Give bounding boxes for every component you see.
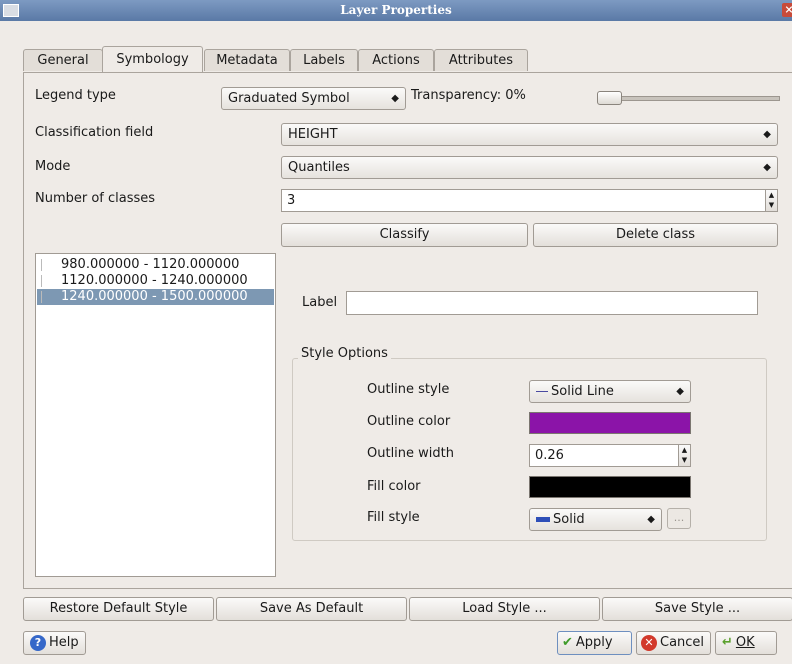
fill-texture-button[interactable]: ... (667, 508, 691, 529)
mode-label: Mode (35, 159, 71, 174)
outline-width-label: Outline width (367, 446, 454, 461)
cancel-icon: ✕ (641, 634, 657, 651)
help-button[interactable]: ? Help (23, 631, 86, 655)
updown-arrow-icon: ◆ (647, 514, 655, 525)
delete-class-button[interactable]: Delete class (533, 223, 778, 247)
ok-arrow-icon: ↵ (722, 635, 733, 650)
updown-arrow-icon: ◆ (763, 129, 771, 140)
class-symbol-icon (41, 291, 56, 303)
cancel-button[interactable]: ✕ Cancel (636, 631, 711, 655)
outline-color-button[interactable] (529, 412, 691, 434)
apply-label: Apply (575, 635, 613, 650)
class-symbol-icon (41, 275, 56, 287)
updown-arrow-icon: ◆ (676, 386, 684, 397)
legend-type-select[interactable]: Graduated Symbol ◆ (221, 87, 406, 110)
solid-fill-icon (536, 517, 550, 522)
window-title: Layer Properties (340, 3, 452, 17)
classification-field-value: HEIGHT (288, 127, 338, 142)
number-of-classes-label: Number of classes (35, 191, 156, 206)
class-symbol-icon (41, 259, 56, 271)
apply-button[interactable]: ✔ Apply (557, 631, 632, 655)
spin-arrows-icon[interactable]: ▲ ▼ (678, 445, 690, 466)
class-list[interactable]: 980.000000 - 1120.000000 1120.000000 - 1… (35, 253, 276, 577)
transparency-label: Transparency: 0% (411, 88, 526, 103)
updown-arrow-icon: ◆ (391, 93, 399, 104)
fill-color-label: Fill color (367, 479, 421, 494)
help-label: Help (49, 635, 79, 650)
label-input[interactable] (346, 291, 758, 315)
title-bar: Layer Properties × (0, 0, 792, 21)
outline-style-value: Solid Line (551, 384, 614, 399)
ok-label: OK (735, 635, 755, 650)
list-item[interactable]: 1120.000000 - 1240.000000 (37, 273, 274, 289)
fill-color-button[interactable] (529, 476, 691, 498)
class-range: 980.000000 - 1120.000000 (61, 257, 240, 272)
help-icon: ? (30, 634, 46, 651)
transparency-slider-handle[interactable] (597, 91, 622, 105)
mode-select[interactable]: Quantiles ◆ (281, 156, 778, 179)
classification-field-select[interactable]: HEIGHT ◆ (281, 123, 778, 146)
spin-arrows-icon[interactable]: ▲ ▼ (765, 190, 777, 211)
outline-width-value: 0.26 (535, 448, 564, 463)
transparency-slider-track[interactable] (620, 96, 780, 101)
outline-style-label: Outline style (367, 382, 450, 397)
tab-labels[interactable]: Labels (290, 49, 358, 71)
list-item-selected[interactable]: 1240.000000 - 1500.000000 (37, 289, 274, 305)
class-range: 1120.000000 - 1240.000000 (61, 273, 248, 288)
solid-line-icon (536, 391, 548, 392)
number-of-classes-value: 3 (287, 193, 296, 208)
mode-value: Quantiles (288, 160, 350, 175)
outline-width-spinbox[interactable]: 0.26 ▲ ▼ (529, 444, 691, 467)
style-options-title: Style Options (298, 346, 391, 361)
class-range: 1240.000000 - 1500.000000 (61, 289, 248, 304)
outline-style-select[interactable]: Solid Line ◆ (529, 380, 691, 403)
load-style-button[interactable]: Load Style ... (409, 597, 600, 621)
cancel-label: Cancel (660, 635, 705, 650)
classify-button[interactable]: Classify (281, 223, 528, 247)
fill-style-select[interactable]: Solid ◆ (529, 508, 662, 531)
tab-actions[interactable]: Actions (358, 49, 434, 71)
tab-attributes[interactable]: Attributes (434, 49, 528, 71)
updown-arrow-icon: ◆ (763, 162, 771, 173)
label-field-label: Label (302, 295, 338, 310)
save-style-button[interactable]: Save Style ... (602, 597, 792, 621)
tab-symbology[interactable]: Symbology (102, 46, 203, 72)
legend-type-label: Legend type (35, 88, 116, 103)
tab-metadata[interactable]: Metadata (204, 49, 290, 71)
classification-field-label: Classification field (35, 125, 154, 140)
restore-default-style-button[interactable]: Restore Default Style (23, 597, 214, 621)
number-of-classes-spinbox[interactable]: 3 ▲ ▼ (281, 189, 778, 212)
close-button[interactable]: × (782, 3, 792, 17)
list-item[interactable]: 980.000000 - 1120.000000 (37, 257, 274, 273)
fill-style-label: Fill style (367, 510, 420, 525)
checkmark-icon: ✔ (562, 635, 573, 650)
tab-general[interactable]: General (23, 49, 103, 71)
save-as-default-button[interactable]: Save As Default (216, 597, 407, 621)
outline-color-label: Outline color (367, 414, 451, 429)
fill-style-value: Solid (553, 512, 585, 527)
ok-button[interactable]: ↵ OK (715, 631, 777, 655)
legend-type-value: Graduated Symbol (228, 91, 350, 106)
